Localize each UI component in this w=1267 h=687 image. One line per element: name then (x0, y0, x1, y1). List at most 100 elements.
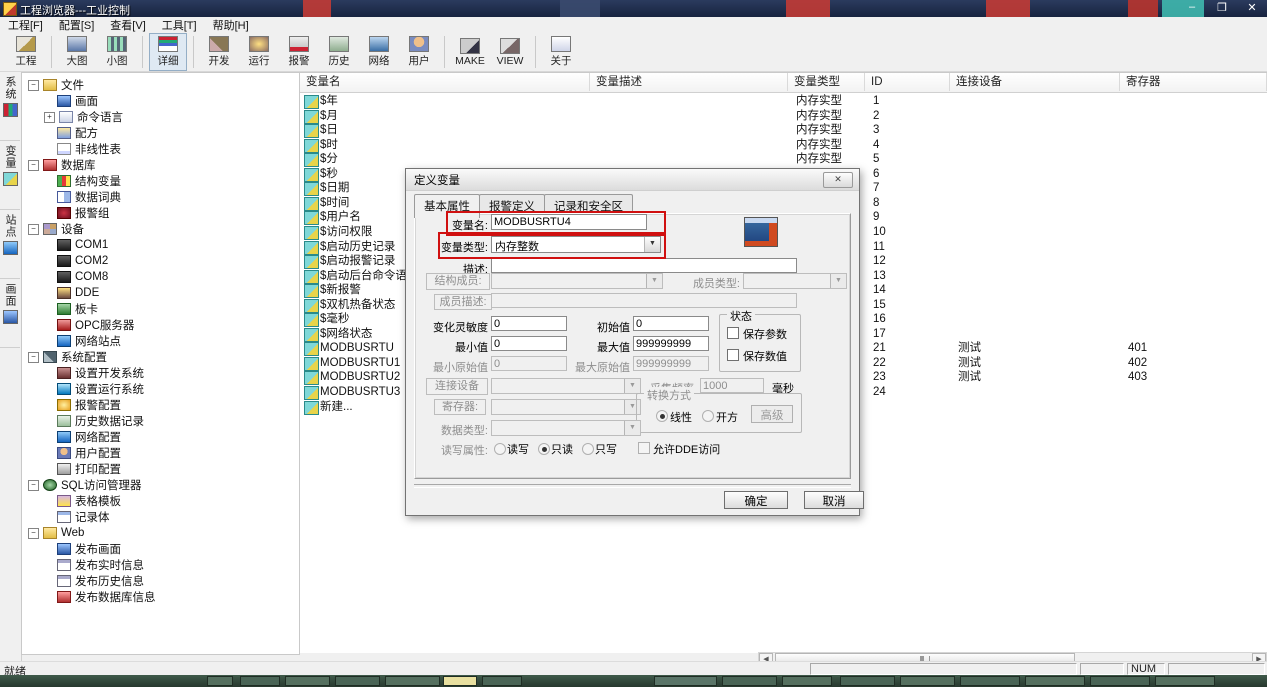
toolbar-button-alarm[interactable]: 报警 (280, 33, 318, 71)
sensitivity-input[interactable] (491, 316, 567, 331)
toolbar-button-project[interactable]: 工程 (7, 33, 45, 71)
taskbar-item[interactable] (722, 676, 777, 686)
taskbar-item[interactable] (1025, 676, 1085, 686)
table-row[interactable]: $年内存实型1 (300, 94, 1267, 109)
description-input[interactable] (491, 258, 797, 273)
dialog-close-icon[interactable]: ✕ (823, 172, 853, 188)
tree-item[interactable]: COM2 (22, 253, 299, 269)
taskbar-item[interactable] (1155, 676, 1215, 686)
column-header[interactable]: 变量描述 (590, 73, 788, 91)
toolbar-button-details[interactable]: 详细 (149, 33, 187, 71)
max-value-input[interactable] (633, 336, 709, 351)
collapse-icon[interactable]: − (28, 480, 39, 491)
menu-item[interactable]: 配置[S] (51, 16, 102, 34)
taskbar-item[interactable] (782, 676, 832, 686)
table-row[interactable]: $时内存实型4 (300, 138, 1267, 153)
taskbar-item[interactable] (960, 676, 1020, 686)
toolbar-button-run[interactable]: 运行 (240, 33, 278, 71)
cancel-button[interactable]: 取消 (804, 491, 864, 509)
side-tab-screen[interactable]: 画面 (0, 279, 20, 348)
table-row[interactable]: $日内存实型3 (300, 123, 1267, 138)
tree-item[interactable]: OPC服务器 (22, 317, 299, 333)
column-header[interactable]: 变量名 (300, 73, 590, 91)
tree-item[interactable]: 非线性表 (22, 141, 299, 157)
taskbar-item[interactable] (385, 676, 440, 686)
menu-item[interactable]: 查看[V] (102, 16, 153, 34)
tree-item[interactable]: 历史数据记录 (22, 413, 299, 429)
tree-item[interactable]: 报警组 (22, 205, 299, 221)
taskbar-item[interactable] (285, 676, 330, 686)
tree-item[interactable]: 发布历史信息 (22, 573, 299, 589)
side-tab-station[interactable]: 站点 (0, 210, 20, 279)
taskbar-item[interactable] (240, 676, 280, 686)
save-value-checkbox[interactable] (727, 349, 739, 361)
ok-button[interactable]: 确定 (724, 491, 788, 509)
toolbar-button-develop[interactable]: 开发 (200, 33, 238, 71)
tree-item[interactable]: 数据词典 (22, 189, 299, 205)
table-row[interactable]: $月内存实型2 (300, 109, 1267, 124)
side-tab-variable[interactable]: 变量 (0, 141, 20, 210)
taskbar-item[interactable] (840, 676, 895, 686)
tree-item[interactable]: −数据库 (22, 157, 299, 173)
collapse-icon[interactable]: − (28, 352, 39, 363)
toolbar-button-small-icons[interactable]: 小图 (98, 33, 136, 71)
tree-item[interactable]: 表格模板 (22, 493, 299, 509)
tree-item[interactable]: 网络站点 (22, 333, 299, 349)
tree-item[interactable]: 记录体 (22, 509, 299, 525)
tree-item[interactable]: 用户配置 (22, 445, 299, 461)
tree-item[interactable]: −系统配置 (22, 349, 299, 365)
tree-item[interactable]: DDE (22, 285, 299, 301)
tree-item[interactable]: −Web (22, 525, 299, 541)
column-header[interactable]: ID (865, 73, 950, 91)
save-param-checkbox[interactable] (727, 327, 739, 339)
tree-item[interactable]: −SQL访问管理器 (22, 477, 299, 493)
side-tab-system[interactable]: 系统 (0, 72, 20, 141)
collapse-icon[interactable]: − (28, 528, 39, 539)
menu-item[interactable]: 工程[F] (0, 16, 51, 34)
tree-item[interactable]: +命令语言 (22, 109, 299, 125)
maximize-button[interactable]: ❐ (1211, 1, 1233, 14)
min-value-input[interactable] (491, 336, 567, 351)
variable-dictionary-icon-button[interactable] (744, 217, 778, 247)
taskbar-item[interactable] (1090, 676, 1150, 686)
column-header[interactable]: 寄存器 (1120, 73, 1267, 91)
tree-item[interactable]: COM8 (22, 269, 299, 285)
tree-item[interactable]: 设置开发系统 (22, 365, 299, 381)
toolbar-button-make[interactable]: MAKE (451, 33, 489, 71)
table-row[interactable]: $分内存实型5 (300, 152, 1267, 167)
column-header[interactable]: 连接设备 (950, 73, 1120, 91)
column-header[interactable]: 变量类型 (788, 73, 865, 91)
collapse-icon[interactable]: − (28, 80, 39, 91)
menu-item[interactable]: 帮助[H] (205, 16, 257, 34)
tree-item[interactable]: 报警配置 (22, 397, 299, 413)
tree-item[interactable]: 打印配置 (22, 461, 299, 477)
tree-item[interactable]: 发布实时信息 (22, 557, 299, 573)
minimize-button[interactable]: – (1181, 1, 1203, 14)
toolbar-button-history[interactable]: 历史 (320, 33, 358, 71)
toolbar-button-network[interactable]: 网络 (360, 33, 398, 71)
collapse-icon[interactable]: − (28, 160, 39, 171)
taskbar-item[interactable] (443, 676, 477, 686)
tree-item[interactable]: −设备 (22, 221, 299, 237)
toolbar-button-large-icons[interactable]: 大图 (58, 33, 96, 71)
tree-item[interactable]: 发布画面 (22, 541, 299, 557)
collapse-icon[interactable]: − (28, 224, 39, 235)
tree-item[interactable]: −文件 (22, 77, 299, 93)
tree-item[interactable]: 板卡 (22, 301, 299, 317)
tree-item[interactable]: COM1 (22, 237, 299, 253)
tree-item[interactable]: 结构变量 (22, 173, 299, 189)
expand-icon[interactable]: + (44, 112, 55, 123)
taskbar-item[interactable] (207, 676, 233, 686)
tree-item[interactable]: 设置运行系统 (22, 381, 299, 397)
taskbar-item[interactable] (335, 676, 380, 686)
taskbar-item[interactable] (900, 676, 955, 686)
taskbar-item[interactable] (482, 676, 522, 686)
tree-item[interactable]: 网络配置 (22, 429, 299, 445)
toolbar-button-user[interactable]: 用户 (400, 33, 438, 71)
taskbar-item[interactable] (654, 676, 717, 686)
close-button[interactable]: ✕ (1241, 1, 1263, 14)
initial-value-input[interactable] (633, 316, 709, 331)
toolbar-button-view[interactable]: VIEW (491, 33, 529, 71)
toolbar-button-about[interactable]: 关于 (542, 33, 580, 71)
tree-item[interactable]: 配方 (22, 125, 299, 141)
